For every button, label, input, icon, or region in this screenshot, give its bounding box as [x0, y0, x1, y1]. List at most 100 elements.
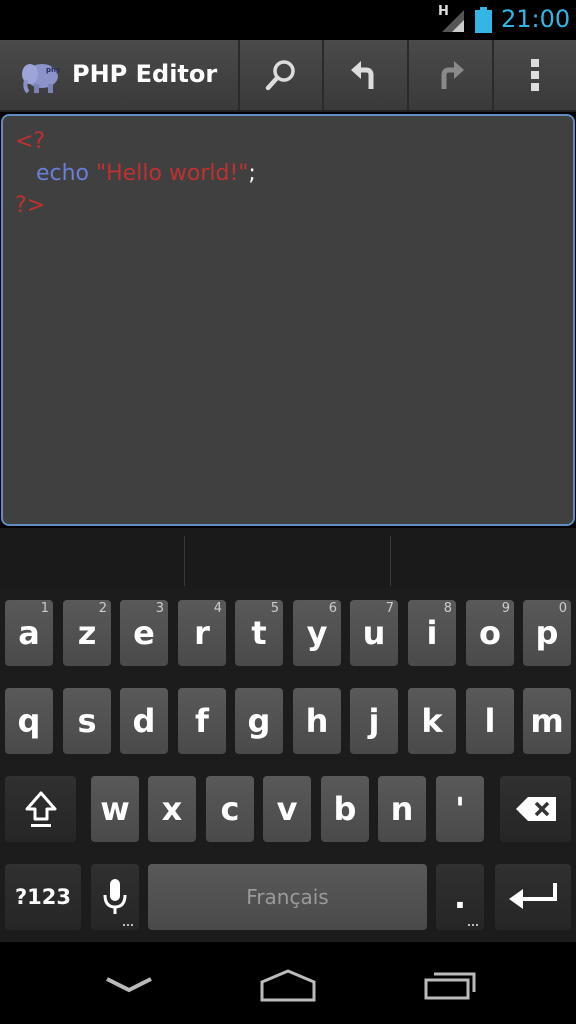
shift-key[interactable] — [5, 776, 76, 842]
key-label: h — [305, 702, 329, 740]
svg-text:php: php — [46, 66, 60, 74]
key-hint: 8 — [443, 601, 452, 616]
key-p[interactable]: p0 — [523, 600, 571, 666]
key-i[interactable]: i8 — [408, 600, 456, 666]
home-icon — [260, 969, 316, 1002]
key-q[interactable]: q — [5, 688, 53, 754]
code-content: <? echo "Hello world!"; ?> — [15, 126, 256, 222]
key-d[interactable]: d — [120, 688, 168, 754]
key-x[interactable]: x — [148, 776, 196, 842]
microphone-icon — [103, 879, 127, 914]
key-label: m — [530, 702, 564, 740]
key-k[interactable]: k — [408, 688, 456, 754]
key-e[interactable]: e3 — [120, 600, 168, 666]
key-label: a — [18, 614, 40, 652]
search-button[interactable] — [238, 40, 322, 110]
code-keyword: echo — [35, 161, 90, 186]
backspace-key[interactable] — [500, 776, 571, 842]
key-label: i — [426, 614, 438, 652]
key-m[interactable]: m — [523, 688, 571, 754]
symbols-key[interactable]: ?123 — [5, 864, 81, 930]
key-label: . — [453, 878, 467, 916]
key-hint: 0 — [558, 601, 567, 616]
key-hint: 2 — [98, 601, 107, 616]
overflow-menu-button[interactable] — [492, 40, 576, 110]
code-string: "Hello world!" — [96, 161, 249, 186]
key-r[interactable]: r4 — [178, 600, 226, 666]
key-y[interactable]: y6 — [293, 600, 341, 666]
space-key[interactable]: Français — [148, 864, 427, 930]
key-label: s — [77, 702, 97, 740]
key-label: ?123 — [14, 885, 72, 909]
key-g[interactable]: g — [235, 688, 283, 754]
key-t[interactable]: t5 — [235, 600, 283, 666]
code-line: ?> — [15, 190, 256, 222]
key-apostrophe[interactable]: ' — [436, 776, 484, 842]
php-open-tag: <? — [15, 129, 46, 154]
recents-button[interactable] — [415, 960, 485, 1010]
redo-button[interactable] — [407, 40, 491, 110]
key-hint: 6 — [328, 601, 337, 616]
key-label: o — [479, 614, 501, 652]
key-s[interactable]: s — [63, 688, 111, 754]
code-punct: ; — [248, 161, 256, 186]
key-h[interactable]: h — [293, 688, 341, 754]
key-label: c — [220, 790, 240, 828]
key-u[interactable]: u7 — [350, 600, 398, 666]
period-key[interactable]: . — [436, 864, 484, 930]
key-l[interactable]: l — [466, 688, 514, 754]
key-label: t — [251, 614, 267, 652]
key-c[interactable]: c — [206, 776, 254, 842]
signal-icon — [442, 10, 464, 32]
key-f[interactable]: f — [178, 688, 226, 754]
app-title: PHP Editor — [72, 60, 218, 88]
code-editor[interactable]: <? echo "Hello world!"; ?> — [1, 114, 575, 526]
key-label: j — [368, 702, 380, 740]
overflow-menu-icon — [531, 59, 539, 91]
key-label: n — [390, 790, 414, 828]
key-o[interactable]: o9 — [466, 600, 514, 666]
battery-icon — [475, 7, 492, 33]
key-hint: 1 — [40, 601, 49, 616]
key-label: x — [161, 790, 183, 828]
key-z[interactable]: z2 — [63, 600, 111, 666]
code-line: echo "Hello world!"; — [15, 158, 256, 190]
key-hint: 7 — [385, 601, 394, 616]
key-label: d — [132, 702, 156, 740]
enter-icon — [509, 883, 557, 909]
recents-icon — [424, 972, 476, 1000]
key-n[interactable]: n — [378, 776, 426, 842]
key-label: z — [77, 614, 97, 652]
search-icon — [265, 60, 295, 91]
code-line: <? — [15, 126, 256, 158]
shift-icon — [25, 791, 56, 827]
redo-icon — [441, 61, 464, 89]
key-label: p — [535, 614, 559, 652]
key-label: r — [194, 614, 210, 652]
undo-icon — [351, 61, 374, 89]
key-hint: 4 — [213, 601, 222, 616]
back-button[interactable] — [94, 960, 164, 1010]
key-label: b — [333, 790, 357, 828]
voice-input-key[interactable] — [91, 864, 139, 930]
enter-key[interactable] — [495, 864, 571, 930]
key-label: u — [362, 614, 386, 652]
space-label: Français — [246, 885, 329, 909]
home-button[interactable] — [253, 960, 323, 1010]
key-v[interactable]: v — [263, 776, 311, 842]
key-label: q — [17, 702, 41, 740]
key-label: v — [276, 790, 298, 828]
suggestion-strip[interactable] — [0, 528, 576, 588]
key-b[interactable]: b — [321, 776, 369, 842]
divider — [390, 536, 391, 586]
status-bar: H 21:00 — [0, 0, 576, 40]
navigation-bar — [0, 942, 576, 1024]
key-w[interactable]: w — [91, 776, 139, 842]
key-j[interactable]: j — [350, 688, 398, 754]
back-icon — [106, 977, 152, 993]
divider — [184, 536, 185, 586]
key-a[interactable]: a1 — [5, 600, 53, 666]
undo-button[interactable] — [322, 40, 406, 110]
php-close-tag: ?> — [15, 193, 46, 218]
